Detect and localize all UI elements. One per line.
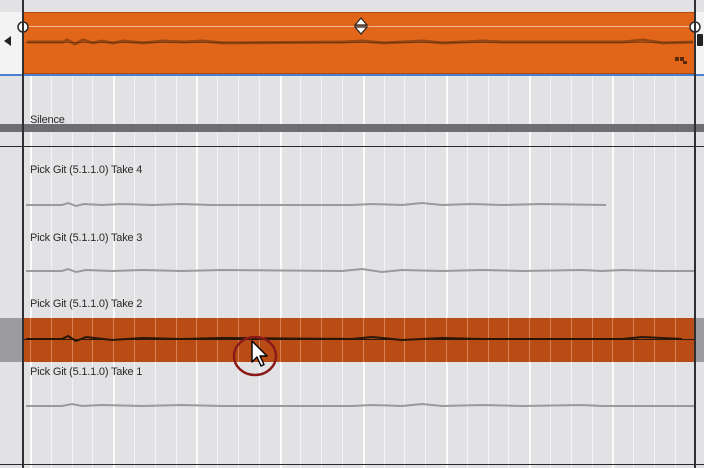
take-1-waveform[interactable]	[22, 400, 696, 412]
comp-marker-icon[interactable]	[353, 17, 369, 35]
take-lanes-editor: Silence Pick Git (5.1.1.0) Take 4 Pick G…	[0, 0, 704, 468]
take-label-1: Pick Git (5.1.1.0) Take 1	[30, 366, 143, 378]
comp-clip[interactable]	[17, 12, 701, 74]
take-label-2: Pick Git (5.1.1.0) Take 2	[30, 298, 143, 310]
selection-right-edge[interactable]	[694, 0, 696, 468]
take-3-waveform[interactable]	[22, 265, 696, 277]
take-label-3: Pick Git (5.1.1.0) Take 3	[30, 232, 143, 244]
cursor-highlight	[232, 334, 278, 378]
take-4-waveform[interactable]	[22, 199, 696, 211]
silence-lane[interactable]	[0, 76, 704, 124]
bottom-border	[0, 464, 704, 465]
scroll-left-icon[interactable]	[4, 36, 11, 46]
take-2-waveform[interactable]	[22, 333, 696, 345]
take-label-4: Pick Git (5.1.1.0) Take 4	[30, 164, 143, 176]
mouse-pointer-icon	[251, 340, 268, 367]
scroll-right-icon[interactable]	[697, 34, 703, 46]
clip-corner-icon[interactable]	[675, 55, 689, 65]
selection-left-edge[interactable]	[22, 0, 24, 468]
comp-lane-divider	[0, 74, 704, 76]
lane-top-strip	[0, 0, 704, 12]
lane-separator	[0, 146, 704, 147]
silence-bar[interactable]	[0, 124, 704, 132]
